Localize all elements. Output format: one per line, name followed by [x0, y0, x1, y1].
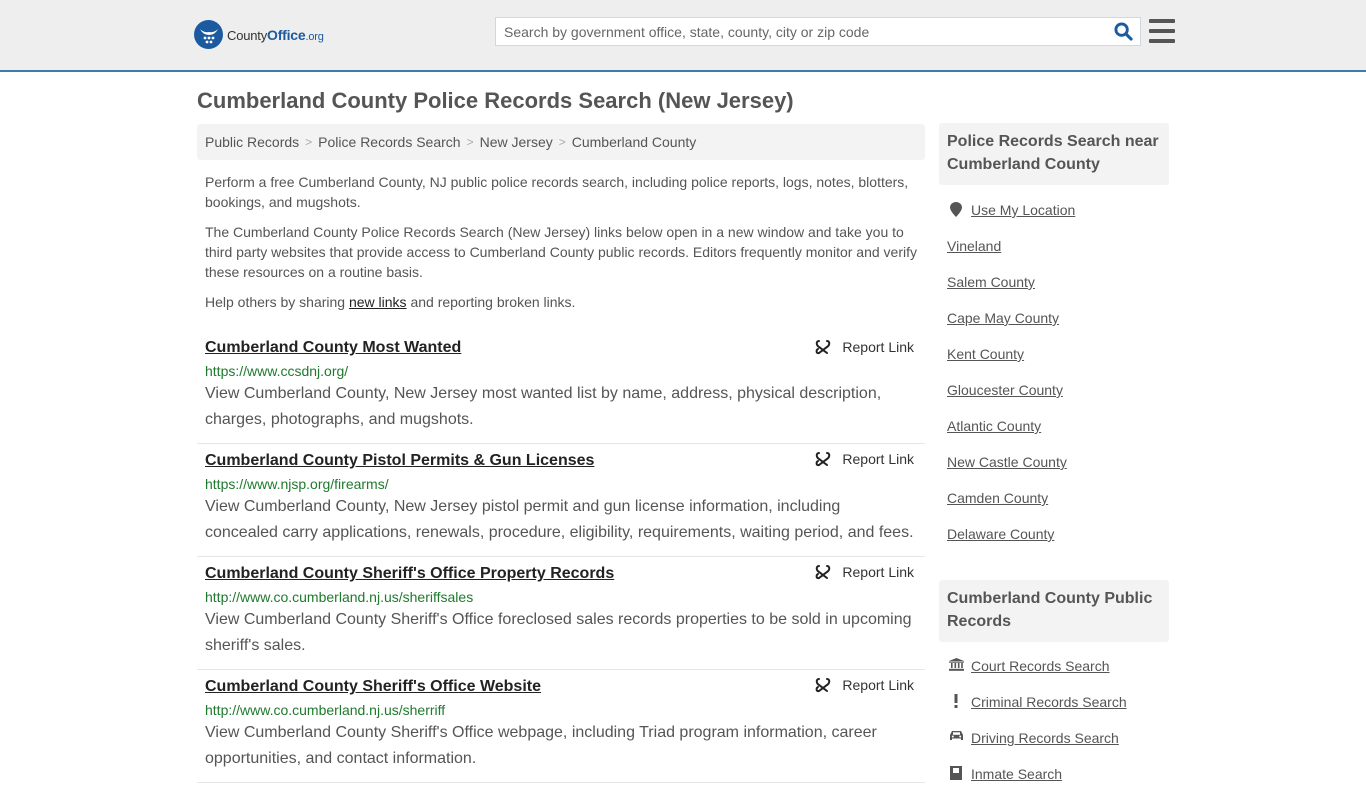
- public-records-section: Cumberland County Public Records Court R…: [939, 580, 1169, 798]
- map-pin-icon: [947, 202, 965, 217]
- hamburger-menu-icon[interactable]: [1149, 19, 1175, 43]
- entry-title-link[interactable]: Cumberland County Sheriff's Office Websi…: [205, 676, 541, 698]
- site-header: CountyOffice.org: [0, 0, 1366, 72]
- entry-url: http://www.co.cumberland.nj.us/sherriff: [205, 702, 446, 718]
- search-icon: [1113, 22, 1133, 41]
- entry-url: https://www.njsp.org/firearms/: [205, 476, 389, 492]
- entry-description: View Cumberland County Sheriff's Office …: [205, 611, 912, 654]
- public-record-link[interactable]: Driving Records Search: [971, 730, 1119, 746]
- public-record-link[interactable]: Court Records Search: [971, 658, 1110, 674]
- nearby-link[interactable]: Kent County: [947, 346, 1024, 362]
- sidebar-item-court-records: Court Records Search: [947, 654, 1161, 690]
- breadcrumb-separator: >: [558, 135, 566, 149]
- entry-description: View Cumberland County, New Jersey pisto…: [205, 498, 914, 541]
- intro-paragraph-2: The Cumberland County Police Records Sea…: [205, 224, 918, 280]
- search-input[interactable]: [496, 18, 1106, 45]
- sidebar-item-cape-may-county: Cape May County: [947, 306, 1161, 342]
- eagle-stars-logo-icon: [194, 20, 223, 49]
- list-item: Cumberland County Pistol Permits & Gun L…: [197, 444, 925, 557]
- use-my-location-link[interactable]: Use My Location: [971, 202, 1075, 218]
- breadcrumb: Public Records > Police Records Search >…: [197, 124, 925, 160]
- search-button[interactable]: [1106, 18, 1140, 45]
- entry-description: View Cumberland County, New Jersey most …: [205, 385, 882, 428]
- nearby-link[interactable]: Camden County: [947, 490, 1048, 506]
- new-links-link[interactable]: new links: [349, 294, 407, 310]
- breadcrumb-new-jersey[interactable]: New Jersey: [480, 134, 553, 150]
- breadcrumb-public-records[interactable]: Public Records: [205, 134, 299, 150]
- intro-paragraph-1: Perform a free Cumberland County, NJ pub…: [205, 174, 909, 210]
- public-record-link[interactable]: Inmate Search: [971, 766, 1062, 782]
- report-link-button[interactable]: Report Link: [815, 677, 914, 693]
- intro-paragraph-3: Help others by sharing new links and rep…: [205, 294, 576, 310]
- entry-description: View Cumberland County Sheriff's Office …: [205, 724, 877, 767]
- entry-title-link[interactable]: Cumberland County Most Wanted: [205, 337, 461, 359]
- report-link-button[interactable]: Report Link: [815, 564, 914, 580]
- nearby-link[interactable]: Salem County: [947, 274, 1035, 290]
- entry-url: https://www.ccsdnj.org/: [205, 363, 349, 379]
- breadcrumb-police-records-search[interactable]: Police Records Search: [318, 134, 460, 150]
- report-link-button[interactable]: Report Link: [815, 451, 914, 467]
- site-logo[interactable]: CountyOffice.org: [194, 20, 324, 49]
- nearby-link[interactable]: New Castle County: [947, 454, 1067, 470]
- entry-title-link[interactable]: Cumberland County Pistol Permits & Gun L…: [205, 450, 594, 472]
- nearby-link[interactable]: Atlantic County: [947, 418, 1041, 434]
- sidebar-item-inmate-search: Inmate Search: [947, 762, 1161, 798]
- inmate-icon: [947, 766, 965, 780]
- list-item: Cumberland County Sheriff's Office Prope…: [197, 557, 925, 670]
- sidebar-item-gloucester-county: Gloucester County: [947, 378, 1161, 414]
- main-content: Public Records > Police Records Search >…: [197, 124, 925, 783]
- page-title: Cumberland County Police Records Search …: [197, 88, 794, 113]
- courthouse-icon: [947, 658, 965, 671]
- broken-link-icon: [816, 565, 831, 580]
- broken-link-icon: [816, 678, 831, 693]
- entries-list: Cumberland County Most Wanted https://ww…: [197, 332, 925, 783]
- public-records-list: Court Records Search Criminal Records Se…: [939, 642, 1169, 798]
- nearby-link[interactable]: Gloucester County: [947, 382, 1063, 398]
- sidebar-item-driving-records: Driving Records Search: [947, 726, 1161, 762]
- sidebar-item-camden-county: Camden County: [947, 486, 1161, 522]
- sidebar-item-criminal-records: Criminal Records Search: [947, 690, 1161, 726]
- search-box: [495, 17, 1141, 46]
- public-records-heading: Cumberland County Public Records: [939, 580, 1169, 642]
- intro-text: Perform a free Cumberland County, NJ pub…: [197, 172, 925, 312]
- nearby-link[interactable]: Vineland: [947, 238, 1001, 254]
- nearby-link[interactable]: Delaware County: [947, 526, 1054, 542]
- use-my-location-item: Use My Location: [947, 198, 1161, 234]
- entry-url: http://www.co.cumberland.nj.us/sheriffsa…: [205, 589, 474, 605]
- breadcrumb-separator: >: [466, 135, 474, 149]
- report-link-button[interactable]: Report Link: [815, 339, 914, 355]
- sidebar-item-new-castle-county: New Castle County: [947, 450, 1161, 486]
- nearby-list: Use My Location Vineland Salem County Ca…: [939, 185, 1169, 558]
- exclamation-icon: [947, 694, 965, 708]
- sidebar-item-salem-county: Salem County: [947, 270, 1161, 306]
- nearby-section: Police Records Search near Cumberland Co…: [939, 123, 1169, 558]
- sidebar-item-kent-county: Kent County: [947, 342, 1161, 378]
- public-record-link[interactable]: Criminal Records Search: [971, 694, 1127, 710]
- sidebar: Police Records Search near Cumberland Co…: [939, 123, 1169, 798]
- sidebar-item-vineland: Vineland: [947, 234, 1161, 270]
- breadcrumb-separator: >: [305, 135, 313, 149]
- broken-link-icon: [816, 452, 831, 467]
- list-item: Cumberland County Most Wanted https://ww…: [197, 332, 925, 444]
- nearby-link[interactable]: Cape May County: [947, 310, 1059, 326]
- logo-text: CountyOffice.org: [227, 26, 324, 43]
- broken-link-icon: [816, 340, 831, 355]
- sidebar-item-delaware-county: Delaware County: [947, 522, 1161, 558]
- nearby-heading: Police Records Search near Cumberland Co…: [939, 123, 1169, 185]
- breadcrumb-cumberland-county[interactable]: Cumberland County: [572, 134, 697, 150]
- sidebar-item-atlantic-county: Atlantic County: [947, 414, 1161, 450]
- list-item: Cumberland County Sheriff's Office Websi…: [197, 670, 925, 783]
- car-icon: [947, 730, 965, 742]
- entry-title-link[interactable]: Cumberland County Sheriff's Office Prope…: [205, 563, 614, 585]
